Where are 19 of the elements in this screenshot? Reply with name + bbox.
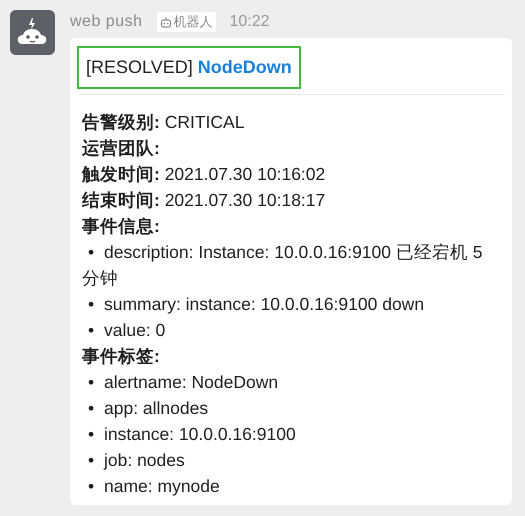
field-line: 事件标签: xyxy=(81,345,161,368)
field-line: 运营团队: xyxy=(81,137,161,160)
list-item: • app: allnodes xyxy=(87,397,210,420)
sender-name: web push xyxy=(70,12,142,32)
field-line: 事件信息: xyxy=(81,215,161,238)
list-item: • summary: instance: 10.0.0.16:9100 down xyxy=(87,293,426,316)
list-item: • instance: 10.0.0.16:9100 xyxy=(87,423,297,446)
list-item: • value: 0 xyxy=(87,319,166,342)
message-time: 10:22 xyxy=(230,12,270,32)
robot-icon xyxy=(160,16,172,28)
list-item: • name: mynode xyxy=(87,475,221,498)
field-line: 结束时间: 2021.07.30 10:18:17 xyxy=(80,189,326,212)
alert-title: [RESOLVED] NodeDown xyxy=(77,46,301,89)
robot-avatar-icon xyxy=(10,10,55,55)
field-line: 告警级别: CRITICAL xyxy=(81,111,246,134)
bot-badge: 机器人 xyxy=(156,12,216,32)
list-item: • alertname: NodeDown xyxy=(87,371,280,394)
list-item: • job: nodes xyxy=(87,449,186,472)
field-line: 触发时间: 2021.07.30 10:16:02 xyxy=(80,163,326,186)
